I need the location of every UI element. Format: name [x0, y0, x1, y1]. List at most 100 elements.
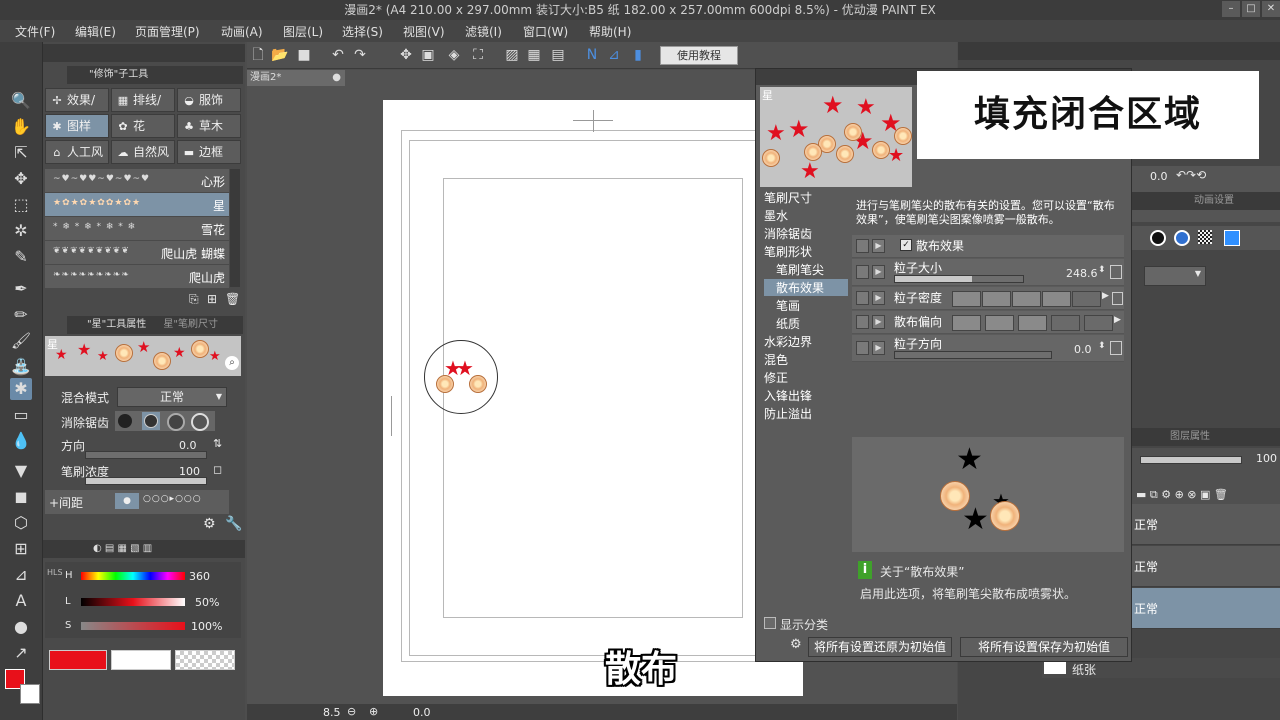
layer-action-icons[interactable]: ▬ ⧉ ⚙ ⊕ ⊗ ▣ 🗑: [1136, 488, 1228, 502]
category-brush-tip[interactable]: 笔刷笔尖: [776, 261, 824, 278]
zoom-out-icon[interactable]: ⊖: [347, 705, 356, 718]
brush-size-tab-label[interactable]: 星"笔刷尺寸: [163, 319, 218, 330]
snap-special-icon[interactable]: ⊿: [605, 46, 623, 64]
add-subtool-icon[interactable]: ⊞: [207, 292, 217, 306]
menu-animation[interactable]: 动画(A): [221, 23, 263, 40]
direction-slider[interactable]: [85, 451, 207, 459]
layer-row[interactable]: 正常: [1130, 504, 1280, 545]
open-file-icon[interactable]: 📂: [271, 46, 289, 64]
redo-icon[interactable]: ↷: [351, 46, 369, 64]
aa-mid-icon[interactable]: [167, 413, 185, 431]
color-mode-black-icon[interactable]: [1150, 230, 1166, 246]
nav-zoom-value[interactable]: 0.0: [1150, 170, 1168, 183]
subtool-group-flower[interactable]: ✿ 花: [111, 114, 175, 138]
step-arrow-icon[interactable]: ▶: [1114, 315, 1121, 325]
category-ink[interactable]: 墨水: [764, 207, 788, 224]
aa-high-icon[interactable]: [191, 413, 209, 431]
text-tool-icon[interactable]: A: [10, 590, 32, 612]
show-in-tool-property-checkbox[interactable]: [856, 315, 869, 329]
grid-icon[interactable]: ▤: [549, 46, 567, 64]
subtool-group-artificial[interactable]: ⌂ 人工风: [45, 140, 109, 164]
blend-tool-icon[interactable]: 💧: [10, 430, 32, 452]
spin-arrows-icon[interactable]: ⬍: [1098, 341, 1106, 351]
tool-property-tab[interactable]: "星"工具属性 星"笔刷尺寸: [67, 316, 243, 334]
menu-edit[interactable]: 编辑(E): [75, 23, 116, 40]
close-tab-icon[interactable]: ●: [332, 70, 341, 86]
subtool-tab[interactable]: "修饰"子工具: [67, 66, 243, 84]
zoom-value[interactable]: 8.5: [323, 706, 341, 719]
expand-arrow-icon[interactable]: ▶: [872, 315, 885, 329]
bias-step-4[interactable]: [1051, 315, 1080, 331]
category-starting-ending[interactable]: 入锋出锋: [764, 387, 812, 404]
animation-tab[interactable]: 动画设置: [1130, 192, 1280, 210]
expand-arrow-icon[interactable]: ▶: [872, 291, 885, 305]
expand-arrow-icon[interactable]: ▶: [872, 341, 885, 355]
category-brush-shape[interactable]: 笔刷形状: [764, 243, 812, 260]
layer-row[interactable]: 正常: [1130, 546, 1280, 587]
move-layer-tool-icon[interactable]: ✥: [10, 168, 32, 190]
wrench-icon[interactable]: 🔧: [225, 516, 242, 532]
category-brush-size[interactable]: 笔刷尺寸: [764, 189, 812, 206]
particle-size-slider[interactable]: [894, 275, 1024, 283]
menu-select[interactable]: 选择(S): [342, 23, 383, 40]
gradient-tool-icon[interactable]: ◼: [10, 486, 32, 508]
zoom-tool-icon[interactable]: 🔍: [10, 90, 32, 112]
brush-item-snowflake[interactable]: * ❄ * ❄ * ❄ * ❄ 雪花: [45, 217, 229, 241]
spacing-options[interactable]: ○○○▸○○○: [143, 494, 202, 504]
menu-page[interactable]: 页面管理(P): [135, 23, 200, 40]
close-button[interactable]: ✕: [1262, 1, 1280, 17]
zoom-in-icon[interactable]: ⊕: [369, 705, 378, 718]
spin-arrows-icon[interactable]: ⬍: [1098, 265, 1106, 275]
saturation-slider[interactable]: [81, 622, 185, 630]
layer-dropdown[interactable]: ▼: [1144, 266, 1206, 286]
color-mode-blue-icon[interactable]: [1174, 230, 1190, 246]
save-icon[interactable]: ■: [295, 46, 313, 64]
subtool-group-effect[interactable]: ✢ 效果/: [45, 88, 109, 112]
menu-filter[interactable]: 滤镜(I): [465, 23, 502, 40]
main-color-chip[interactable]: [49, 650, 107, 670]
category-correction[interactable]: 修正: [764, 369, 788, 386]
color-wheel-icon[interactable]: ◐ ▤ ▦ ▧ ▥: [93, 543, 152, 554]
transform-icon[interactable]: ✥: [397, 46, 415, 64]
brush-tool-icon[interactable]: 🖌: [10, 330, 32, 352]
snap-ruler-icon[interactable]: N: [583, 46, 601, 64]
selection-tool-icon[interactable]: ⬚: [10, 194, 32, 216]
balloon-tool-icon[interactable]: ●: [10, 616, 32, 638]
menu-file[interactable]: 文件(F): [15, 23, 55, 40]
ruler-tool-icon[interactable]: ⊿: [10, 564, 32, 586]
transparent-color-chip[interactable]: [175, 650, 235, 670]
hand-tool-icon[interactable]: ✋: [10, 116, 32, 138]
bias-step-1[interactable]: [952, 315, 981, 331]
bias-step-2[interactable]: [985, 315, 1014, 331]
pencil-tool-icon[interactable]: ✏: [10, 304, 32, 326]
density-step-1[interactable]: [952, 291, 981, 307]
category-scatter[interactable]: 散布效果: [764, 279, 848, 296]
hue-slider[interactable]: [81, 572, 185, 580]
brush-item-ivy-butterfly[interactable]: ❦❦❦❦❦❦❦❦❦ 爬山虎 蝴蝶: [45, 241, 229, 265]
brush-item-star[interactable]: ★✿★✿★✿✿★✿★ 星: [45, 193, 229, 217]
show-in-tool-property-checkbox[interactable]: [856, 239, 869, 253]
document-tab[interactable]: 漫画2* ●: [247, 70, 345, 86]
copy-subtool-icon[interactable]: ⎘: [189, 292, 199, 307]
figure-tool-icon[interactable]: ⬡: [10, 512, 32, 534]
density-pressure-icon[interactable]: ◻: [213, 463, 222, 476]
show-in-tool-property-checkbox[interactable]: [856, 341, 869, 355]
undo-icon[interactable]: ↶: [329, 46, 347, 64]
brush-item-ivy[interactable]: ❧❧❧❧❧❧❧❧❧ 爬山虎: [45, 265, 229, 289]
color-panel-tabs[interactable]: ◐ ▤ ▦ ▧ ▥: [43, 540, 245, 558]
magic-wand-tool-icon[interactable]: ✲: [10, 220, 32, 242]
brush-list-scrollbar[interactable]: [230, 169, 240, 287]
pressure-settings-icon[interactable]: [1112, 292, 1123, 305]
eyedropper-tool-icon[interactable]: ✎: [10, 246, 32, 268]
frame-tool-icon[interactable]: ⊞: [10, 538, 32, 560]
opacity-value[interactable]: 100: [1256, 452, 1277, 465]
tutorial-button[interactable]: 使用教程: [660, 46, 738, 65]
subtool-group-clothes[interactable]: ◒ 服饰: [177, 88, 241, 112]
lightness-slider[interactable]: [81, 598, 185, 606]
step-arrow-icon[interactable]: ▶: [1102, 291, 1109, 301]
menu-layer[interactable]: 图层(L): [283, 23, 323, 40]
show-in-tool-property-checkbox[interactable]: [856, 265, 869, 279]
layer-row-selected[interactable]: 正常: [1130, 588, 1280, 629]
menu-view[interactable]: 视图(V): [403, 23, 445, 40]
density-step-5[interactable]: [1072, 291, 1101, 307]
